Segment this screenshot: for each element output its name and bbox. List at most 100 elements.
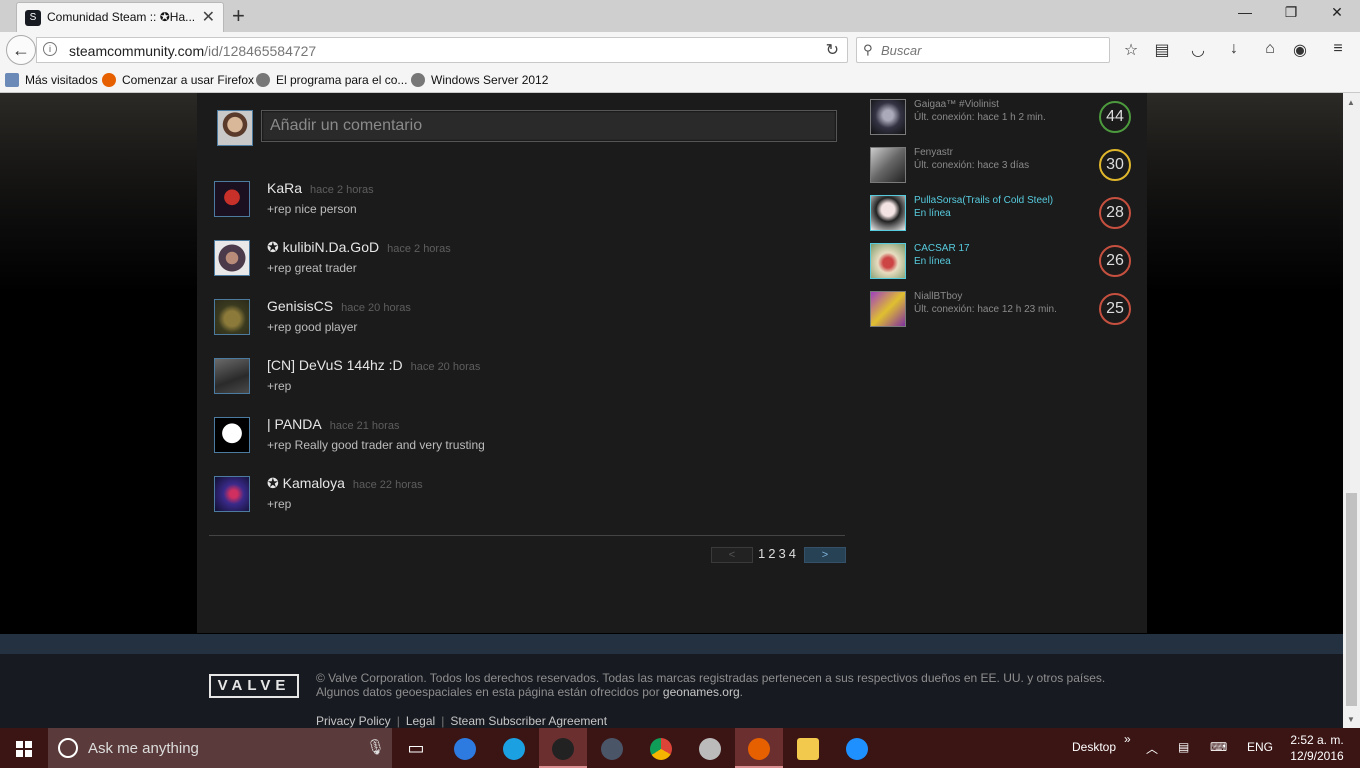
address-bar[interactable]: i steamcommunity.com/id/128465584727 ↻	[36, 37, 848, 63]
page-scrollbar[interactable]: ▲ ▼	[1343, 93, 1360, 728]
title-bar: S Comunidad Steam :: ✪Ha... ✕ + — ❐ ✕	[0, 0, 1360, 32]
search-input[interactable]	[881, 41, 1101, 59]
back-button[interactable]: ←	[6, 35, 36, 65]
pager-page-4[interactable]: 4	[789, 546, 797, 561]
task-view-icon[interactable]: ▭	[392, 728, 440, 768]
bookmark-star-icon[interactable]: ☆	[1120, 40, 1142, 60]
commenter-avatar[interactable]	[214, 240, 250, 276]
comment-author[interactable]: | PANDA	[267, 416, 322, 432]
firefox-icon[interactable]	[735, 728, 783, 768]
friend-name[interactable]: Gaigaa™ #Violinist	[914, 99, 999, 110]
edge-icon[interactable]	[833, 728, 881, 768]
bookmark-label: Windows Server 2012	[431, 73, 549, 87]
friend-name[interactable]: PullaSorsa(Trails of Cold Steel)	[914, 195, 1053, 206]
reload-icon[interactable]: ↻	[826, 40, 839, 60]
restore-icon[interactable]: ❐	[1268, 4, 1314, 28]
friend-name[interactable]: NiallBTboy	[914, 291, 962, 302]
commenter-avatar[interactable]	[214, 417, 250, 453]
app-icon[interactable]	[441, 728, 489, 768]
comment-item: ✪ kulibiN.Da.GoD hace 2 horas +rep great …	[214, 239, 854, 290]
clock-date: 12/9/2016	[1290, 749, 1344, 763]
downloads-icon[interactable]: ↓	[1223, 40, 1245, 60]
close-tab-icon[interactable]: ✕	[202, 7, 215, 27]
friend-status: En línea	[914, 256, 951, 267]
keyboard-icon[interactable]: ⌨	[1210, 740, 1227, 754]
commenter-avatar[interactable]	[214, 299, 250, 335]
microphone-icon[interactable]: 🎙	[366, 738, 385, 756]
reading-list-icon[interactable]: ▤	[1151, 40, 1173, 60]
url-text[interactable]: steamcommunity.com/id/128465584727	[69, 43, 316, 59]
comment-author[interactable]: GenisisCS	[267, 298, 333, 314]
desktop-toolbar[interactable]: Desktop	[1072, 740, 1116, 754]
steam-icon[interactable]	[539, 728, 587, 768]
link-separator: |	[396, 714, 400, 728]
info-icon[interactable]: i	[43, 42, 57, 56]
friend-item[interactable]: NiallBTboy Últ. conexión: hace 12 h 23 m…	[870, 291, 1135, 335]
cortana-search[interactable]: Ask me anything 🎙	[48, 728, 392, 768]
friend-item[interactable]: CACSAR 17 En línea 26	[870, 243, 1135, 287]
new-tab-icon[interactable]: +	[232, 3, 245, 29]
notification-icon[interactable]: ▤	[1178, 740, 1189, 754]
scroll-down-icon[interactable]: ▼	[1347, 715, 1355, 724]
comment-author-line: ✪ kulibiN.Da.GoD hace 2 horas	[267, 239, 451, 256]
search-icon: ⚲	[863, 42, 873, 57]
chrome-icon[interactable]	[637, 728, 685, 768]
pager-pages: 1234	[758, 546, 799, 561]
globe-icon	[256, 73, 270, 87]
file-explorer-icon[interactable]	[784, 728, 832, 768]
friend-level-badge: 44	[1099, 101, 1131, 133]
language-indicator[interactable]: ENG	[1247, 740, 1273, 754]
friend-item[interactable]: Fenyastr Últ. conexión: hace 3 días 30	[870, 147, 1135, 191]
commenter-avatar[interactable]	[214, 358, 250, 394]
friend-avatar[interactable]	[870, 195, 906, 231]
bookmark-label: Comenzar a usar Firefox	[122, 73, 255, 87]
addon-icon[interactable]: ◉	[1289, 40, 1311, 60]
bookmark-most-visited[interactable]: Más visitados	[5, 73, 98, 87]
commenter-avatar[interactable]	[214, 181, 250, 217]
comment-author[interactable]: [CN] DeVuS 144hz :D	[267, 357, 403, 373]
friend-avatar[interactable]	[870, 99, 906, 135]
friend-name[interactable]: Fenyastr	[914, 147, 953, 158]
privacy-policy-link[interactable]: Privacy Policy	[316, 714, 391, 728]
scroll-up-icon[interactable]: ▲	[1347, 98, 1355, 107]
pocket-icon[interactable]: ◡	[1187, 40, 1209, 60]
skype-icon[interactable]	[490, 728, 538, 768]
legal-link[interactable]: Legal	[406, 714, 435, 728]
geonames-link[interactable]: geonames.org	[663, 685, 740, 699]
bookmark-windows-server[interactable]: Windows Server 2012	[411, 73, 548, 87]
comment-input[interactable]	[261, 110, 837, 142]
show-hidden-icons-icon[interactable]: ︿	[1146, 740, 1158, 757]
bookmark-firefox[interactable]: Comenzar a usar Firefox	[102, 73, 254, 87]
bookmark-program[interactable]: El programa para el co...	[256, 73, 407, 87]
minimize-icon[interactable]: —	[1222, 4, 1268, 28]
system-clock[interactable]: 2:52 a. m. 12/9/2016	[1282, 732, 1352, 764]
media-app-icon[interactable]	[686, 728, 734, 768]
comment-author[interactable]: ✪ kulibiN.Da.GoD	[267, 239, 379, 255]
friend-name[interactable]: CACSAR 17	[914, 243, 970, 254]
comment-text: +rep nice person	[267, 202, 357, 216]
start-button[interactable]	[0, 728, 48, 768]
pager-prev-button[interactable]: <	[711, 547, 753, 563]
commenter-avatar[interactable]	[214, 476, 250, 512]
comment-author[interactable]: ✪ Kamaloya	[267, 475, 345, 491]
valve-logo[interactable]: VALVE	[209, 674, 299, 698]
friend-avatar[interactable]	[870, 243, 906, 279]
close-window-icon[interactable]: ✕	[1314, 4, 1360, 28]
subscriber-agreement-link[interactable]: Steam Subscriber Agreement	[450, 714, 607, 728]
friend-item[interactable]: PullaSorsa(Trails of Cold Steel) En líne…	[870, 195, 1135, 239]
scrollbar-thumb[interactable]	[1346, 493, 1357, 706]
search-bar[interactable]: ⚲	[856, 37, 1110, 63]
friend-avatar[interactable]	[870, 291, 906, 327]
comment-author[interactable]: KaRa	[267, 180, 302, 196]
pager-page-2[interactable]: 2	[768, 546, 776, 561]
toolbar-expand-icon[interactable]: »	[1124, 732, 1131, 746]
home-icon[interactable]: ⌂	[1259, 40, 1281, 60]
comment-item: ✪ Kamaloya hace 22 horas +rep	[214, 475, 854, 526]
pager-page-3[interactable]: 3	[778, 546, 786, 561]
lock-app-icon[interactable]	[588, 728, 636, 768]
menu-icon[interactable]: ≡	[1327, 40, 1349, 60]
friend-avatar[interactable]	[870, 147, 906, 183]
pager-next-button[interactable]: >	[804, 547, 846, 563]
browser-tab[interactable]: S Comunidad Steam :: ✪Ha... ✕	[16, 2, 224, 32]
friend-item[interactable]: Gaigaa™ #Violinist Últ. conexión: hace 1…	[870, 99, 1135, 143]
